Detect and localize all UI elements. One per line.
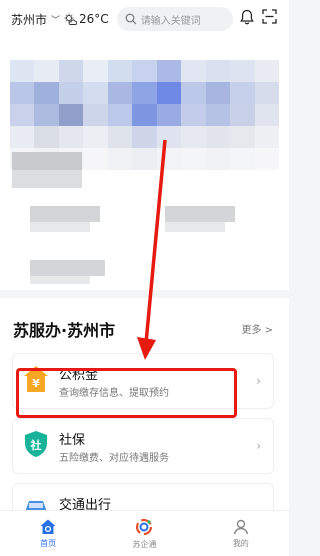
scan-icon[interactable] <box>262 9 277 24</box>
pixelated-block <box>30 276 90 284</box>
pixelated-block <box>165 206 235 222</box>
card-subtitle: 五险缴费、对应待遇服务 <box>59 453 169 464</box>
city-label: 苏州市 <box>11 12 48 27</box>
section-title: 苏服办·苏州市 <box>13 321 116 340</box>
sun-cloud-icon <box>64 13 78 25</box>
city-selector[interactable]: 苏州市 ﹀ <box>11 11 60 28</box>
pixelated-block <box>12 170 82 188</box>
tab-label: 首页 <box>40 539 57 548</box>
pixelated-block <box>12 152 82 170</box>
weather: 26°C <box>64 12 109 26</box>
bell-icon[interactable] <box>240 9 254 25</box>
chevron-down-icon: ﹀ <box>51 15 61 26</box>
highlight-box <box>16 368 237 418</box>
svg-text:社: 社 <box>30 438 42 452</box>
home-icon <box>40 519 56 534</box>
search-placeholder: 请输入关键词 <box>140 15 201 27</box>
pixelated-block <box>30 222 90 232</box>
bottom-nav: 首页 苏企通 我的 <box>0 510 289 556</box>
top-bar: 苏州市 ﹀ 26°C 请输入关键词 <box>0 0 289 38</box>
tab-label: 苏企通 <box>132 540 157 549</box>
pixelated-block <box>165 222 225 232</box>
tab-label: 我的 <box>232 539 249 548</box>
suqitong-logo-icon <box>136 518 153 536</box>
temperature: 26°C <box>79 12 109 26</box>
tab-home[interactable]: 首页 <box>0 511 96 556</box>
service-card-shebao[interactable]: 社 社保 五险缴费、对应待遇服务 › <box>12 418 274 474</box>
tab-mine[interactable]: 我的 <box>193 511 289 556</box>
chevron-right-icon: › <box>256 374 261 388</box>
search-icon <box>125 13 137 25</box>
card-title: 社保 <box>59 433 86 448</box>
user-icon <box>233 519 248 535</box>
search-input[interactable]: 请输入关键词 <box>116 7 233 31</box>
banner-area <box>0 38 289 290</box>
chevron-right-icon: › <box>256 439 261 453</box>
shield-she-icon: 社 <box>25 431 47 457</box>
pixelated-block <box>30 206 100 222</box>
more-link[interactable]: 更多 > <box>241 321 273 336</box>
pixelated-block <box>30 260 105 276</box>
tab-suqitong[interactable]: 苏企通 <box>96 511 192 556</box>
